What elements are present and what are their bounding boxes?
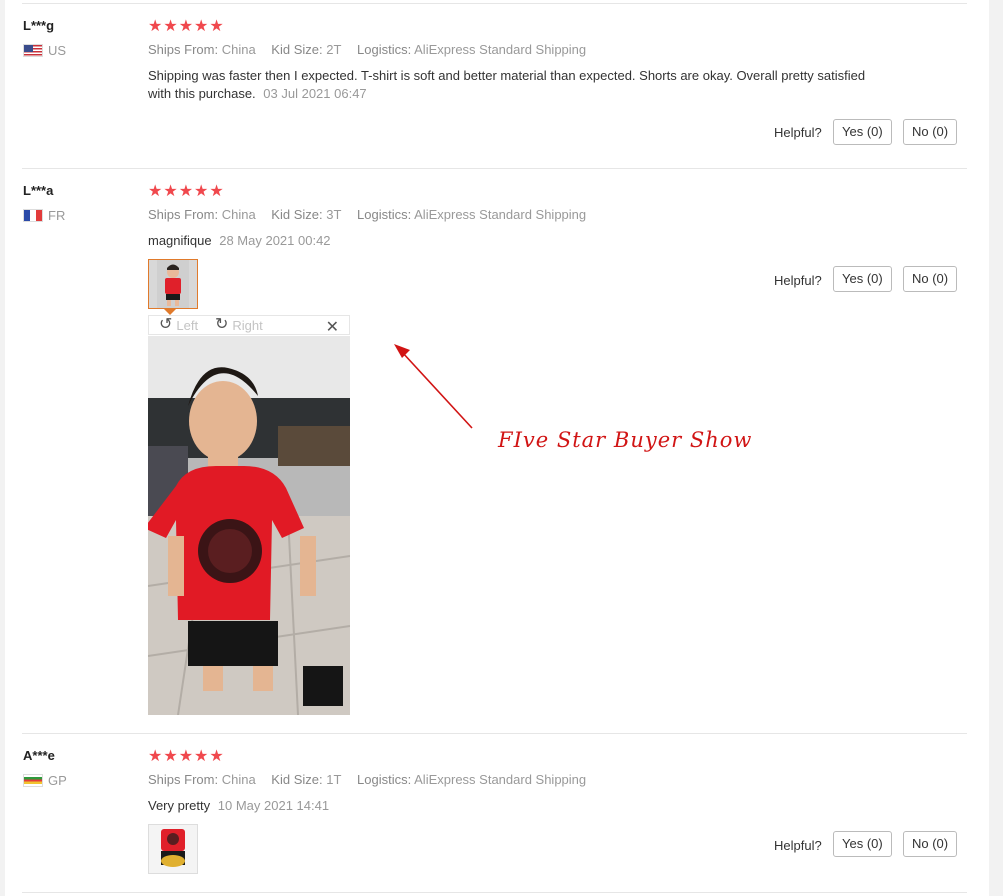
review-attributes: Ships From: China Kid Size: 2T Logistics… (148, 42, 586, 57)
ships-from-label: Ships From: (148, 207, 219, 222)
review-attributes: Ships From: China Kid Size: 3T Logistics… (148, 207, 586, 222)
logistics-label: Logistics: (357, 207, 412, 222)
star-rating: ★★★★★ (148, 183, 225, 200)
fr-flag-icon (23, 209, 43, 222)
reviewer-name: A***e (23, 748, 55, 763)
ships-from-label: Ships From: (148, 42, 219, 57)
photo-viewer-toolbar: ↺ Left ↻ Right ✕ (148, 315, 350, 337)
review-text: Very pretty (148, 798, 211, 813)
reviewer-country: US (23, 43, 66, 58)
reviews-page: L***g US ★★★★★ Ships From: China Kid Siz… (0, 0, 1003, 896)
helpful-no-button[interactable]: No (0) (903, 831, 958, 857)
review-date: 28 May 2021 00:42 (219, 233, 331, 248)
review-photo-thumbnail[interactable] (148, 259, 198, 309)
kid-size-value: 1T (326, 772, 342, 787)
kid-size-value: 2T (326, 42, 342, 57)
close-icon[interactable]: ✕ (326, 317, 339, 337)
review-attributes: Ships From: China Kid Size: 1T Logistics… (148, 772, 586, 787)
child-photo-image (148, 336, 350, 715)
helpful-label: Helpful? (774, 125, 822, 140)
star-rating: ★★★★★ (148, 18, 225, 35)
reviewer-name: L***a (23, 183, 54, 198)
rotate-right-button[interactable]: ↻ Right (215, 317, 263, 333)
kid-size-label: Kid Size: (271, 42, 323, 57)
divider (22, 733, 967, 734)
gp-flag-icon (23, 774, 43, 787)
logistics-value: AliExpress Standard Shipping (414, 772, 587, 787)
kid-size-value: 3T (326, 207, 342, 222)
helpful-label: Helpful? (774, 838, 822, 853)
right-gutter (989, 0, 1003, 896)
helpful-no-button[interactable]: No (0) (903, 266, 958, 292)
country-code: US (48, 43, 67, 58)
reviewer-country: FR (23, 208, 65, 223)
logistics-value: AliExpress Standard Shipping (414, 42, 587, 57)
divider (22, 3, 967, 4)
rotate-right-icon: ↻ (215, 316, 229, 333)
country-code: GP (48, 773, 67, 788)
rotate-left-button[interactable]: ↺ Left (159, 317, 198, 333)
annotation-arrow-icon (394, 344, 473, 429)
review-date: 03 Jul 2021 06:47 (263, 86, 367, 101)
left-gutter (0, 0, 5, 896)
logistics-label: Logistics: (357, 772, 412, 787)
rotate-right-label: Right (232, 317, 263, 333)
review-photo-thumbnail[interactable] (148, 824, 198, 874)
reviewer-country: GP (23, 773, 67, 788)
logistics-value: AliExpress Standard Shipping (414, 207, 587, 222)
helpful-yes-button[interactable]: Yes (0) (833, 831, 892, 857)
helpful-no-button[interactable]: No (0) (903, 119, 958, 145)
review-date: 10 May 2021 14:41 (217, 798, 330, 813)
divider (22, 168, 967, 169)
ships-from-value: China (221, 772, 256, 787)
country-code: FR (48, 208, 66, 223)
reviewer-name: L***g (23, 18, 55, 33)
kid-size-label: Kid Size: (271, 207, 323, 222)
ships-from-value: China (221, 42, 256, 57)
review-text-block: Shipping was faster then I expected. T-s… (148, 67, 868, 103)
review-text: magnifique (148, 233, 212, 248)
kid-size-label: Kid Size: (271, 772, 323, 787)
review-text-block: magnifique 28 May 2021 00:42 (148, 232, 868, 250)
rotate-left-icon: ↺ (159, 316, 173, 333)
helpful-yes-button[interactable]: Yes (0) (833, 119, 892, 145)
star-rating: ★★★★★ (148, 748, 225, 765)
photo-viewer: ↺ Left ↻ Right ✕ (148, 315, 350, 715)
us-flag-icon (23, 44, 43, 57)
ships-from-value: China (221, 207, 256, 222)
helpful-label: Helpful? (774, 273, 822, 288)
review-text-block: Very pretty 10 May 2021 14:41 (148, 797, 868, 815)
review-text: Shipping was faster then I expected. T-s… (148, 68, 866, 101)
review-photo-large (148, 336, 350, 715)
product-photo-thumbnail-image (149, 825, 197, 873)
rotate-left-label: Left (176, 317, 199, 333)
helpful-yes-button[interactable]: Yes (0) (833, 266, 892, 292)
child-photo-thumbnail-image (149, 260, 197, 308)
logistics-label: Logistics: (357, 42, 412, 57)
divider (22, 892, 967, 893)
ships-from-label: Ships From: (148, 772, 219, 787)
annotation-text: FIve Star Buyer Show (498, 428, 753, 452)
